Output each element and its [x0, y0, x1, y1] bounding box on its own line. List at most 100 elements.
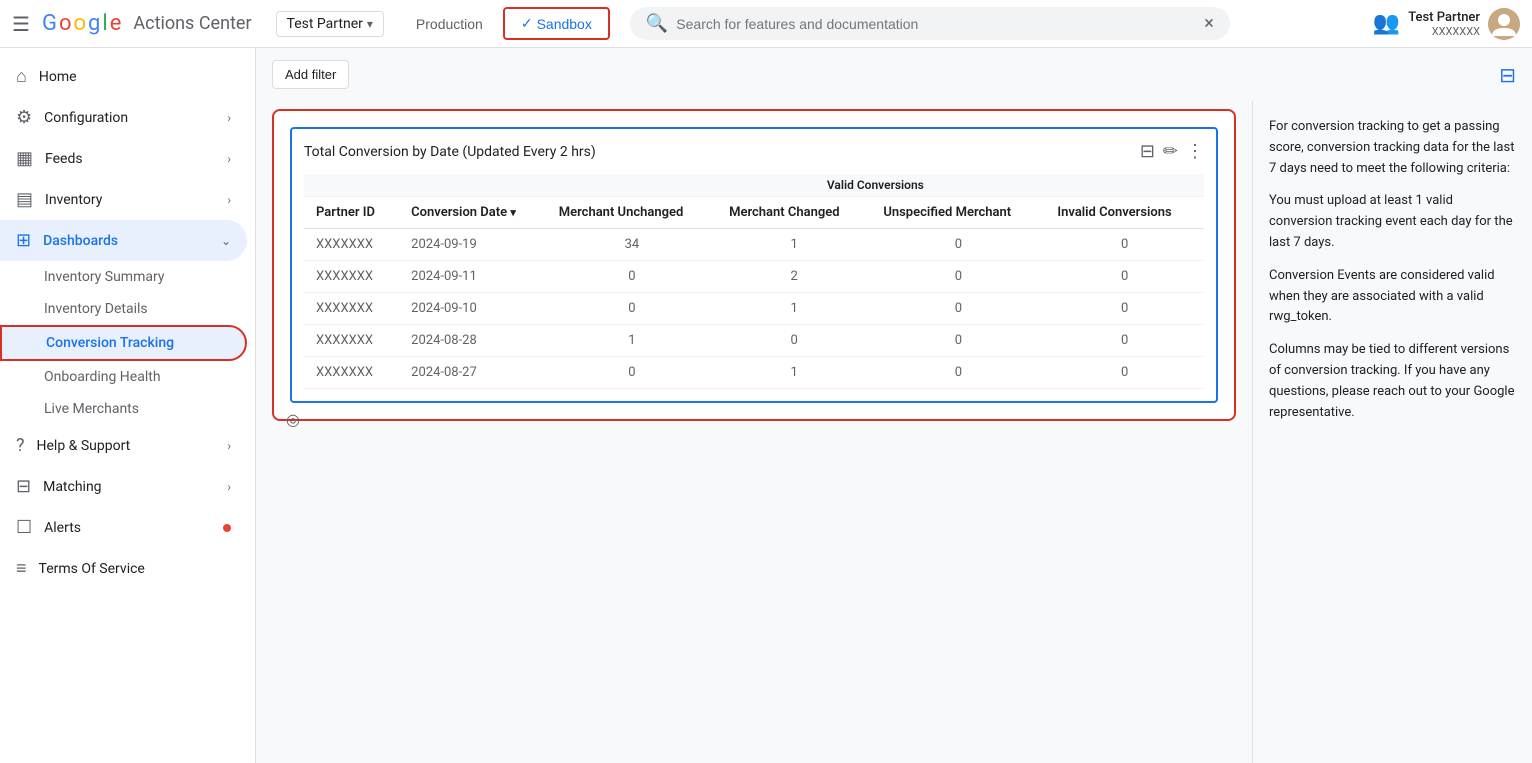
table-header-row: Partner ID Conversion Date ▾ Merchant Un… — [304, 197, 1204, 229]
cell-invalid: 0 — [1045, 293, 1204, 325]
google-letter-l: l — [102, 11, 107, 36]
feeds-icon: ▦ — [16, 148, 33, 169]
chevron-down-icon: ⌄ — [221, 234, 231, 248]
google-letter-o1: o — [59, 11, 72, 36]
cell-unspecified: 0 — [871, 261, 1045, 293]
chart-title: Total Conversion by Date (Updated Every … — [304, 144, 596, 160]
chevron-right-icon: › — [227, 193, 231, 207]
table-row: XXXXXXX 2024-09-11 0 2 0 0 — [304, 261, 1204, 293]
cell-invalid: 0 — [1045, 261, 1204, 293]
production-button[interactable]: Production — [400, 10, 499, 38]
content-split: Total Conversion by Date (Updated Every … — [256, 101, 1532, 763]
sidebar: ⌂ Home ⚙ Configuration › ▦ Feeds › ▤ Inv… — [0, 48, 256, 763]
cell-unchanged: 0 — [547, 261, 717, 293]
sidebar-item-inventory-summary[interactable]: Inventory Summary — [0, 261, 247, 293]
sidebar-item-help-support[interactable]: ? Help & Support › — [0, 425, 247, 466]
search-clear-icon[interactable]: × — [1204, 13, 1214, 34]
sidebar-item-label: Terms Of Service — [39, 561, 145, 577]
home-icon: ⌂ — [16, 66, 27, 87]
sidebar-item-configuration[interactable]: ⚙ Configuration › — [0, 97, 247, 138]
col-merchant-unchanged: Merchant Unchanged — [547, 197, 717, 229]
user-name: Test Partner — [1408, 10, 1480, 25]
cell-partner-id: XXXXXXX — [304, 261, 399, 293]
sidebar-item-matching[interactable]: ⊟ Matching › — [0, 466, 247, 507]
sidebar-item-home[interactable]: ⌂ Home — [0, 56, 247, 97]
terms-icon: ≡ — [16, 558, 27, 579]
help-icon: ? — [16, 435, 25, 456]
sidebar-item-alerts[interactable]: ☐ Alerts — [0, 507, 247, 548]
sidebar-item-terms-of-service[interactable]: ≡ Terms Of Service — [0, 548, 247, 589]
dashboards-icon: ⊞ — [16, 230, 31, 251]
sidebar-item-dashboards[interactable]: ⊞ Dashboards ⌄ — [0, 220, 247, 261]
search-icon: 🔍 — [646, 13, 668, 34]
edit-icon[interactable]: ✏ — [1163, 141, 1178, 162]
cell-date: 2024-08-28 — [399, 325, 547, 357]
table-row: XXXXXXX 2024-08-27 0 1 0 0 — [304, 357, 1204, 389]
google-letter-g2: g — [88, 11, 100, 36]
right-panel-paragraph: For conversion tracking to get a passing… — [1269, 117, 1516, 179]
main-content: Add filter ⊟ Total Conversion by Date (U… — [256, 48, 1532, 763]
sidebar-item-label: Alerts — [44, 520, 81, 536]
cell-changed: 1 — [717, 357, 871, 389]
cell-invalid: 0 — [1045, 357, 1204, 389]
table-body: XXXXXXX 2024-09-19 34 1 0 0 XXXXXXX 2024… — [304, 229, 1204, 389]
sidebar-item-conversion-tracking[interactable]: Conversion Tracking — [0, 325, 247, 361]
sidebar-item-onboarding-health[interactable]: Onboarding Health — [0, 361, 247, 393]
sidebar-item-label: Feeds — [45, 151, 83, 167]
manage-users-icon[interactable]: 👥 — [1373, 11, 1400, 36]
filter-list-icon[interactable]: ⊟ — [1499, 63, 1516, 87]
cell-partner-id: XXXXXXX — [304, 357, 399, 389]
cell-unchanged: 34 — [547, 229, 717, 261]
cell-partner-id: XXXXXXX — [304, 229, 399, 261]
col-unspecified-merchant: Unspecified Merchant — [871, 197, 1045, 229]
right-panel-paragraph: Conversion Events are considered valid w… — [1269, 266, 1516, 328]
inventory-icon: ▤ — [16, 189, 33, 210]
search-input[interactable] — [676, 16, 1196, 32]
top-navigation: ☰ Google Actions Center Test Partner ▾ P… — [0, 0, 1532, 48]
sidebar-item-feeds[interactable]: ▦ Feeds › — [0, 138, 247, 179]
filter-icon[interactable]: ⊟ — [1140, 141, 1155, 162]
menu-icon[interactable]: ☰ — [12, 12, 30, 36]
cell-changed: 1 — [717, 229, 871, 261]
cell-date: 2024-09-11 — [399, 261, 547, 293]
google-letter-e: e — [110, 11, 122, 36]
main-panel: Total Conversion by Date (Updated Every … — [256, 101, 1252, 763]
app-title: Actions Center — [133, 13, 251, 34]
right-panel-paragraph: Columns may be tied to different version… — [1269, 340, 1516, 423]
cell-unspecified: 0 — [871, 357, 1045, 389]
cell-partner-id: XXXXXXX — [304, 293, 399, 325]
sidebar-subitem-label: Live Merchants — [44, 401, 139, 417]
col-conversion-date[interactable]: Conversion Date ▾ — [399, 197, 547, 229]
table-row: XXXXXXX 2024-09-10 0 1 0 0 — [304, 293, 1204, 325]
col-partner-id: Partner ID — [304, 197, 399, 229]
cell-unspecified: 0 — [871, 325, 1045, 357]
more-icon[interactable]: ⋮ — [1186, 141, 1204, 162]
sidebar-subitem-label: Inventory Summary — [44, 269, 164, 285]
search-bar: 🔍 × — [630, 7, 1230, 40]
sidebar-item-inventory-details[interactable]: Inventory Details — [0, 293, 247, 325]
cell-unchanged: 0 — [547, 357, 717, 389]
sandbox-button[interactable]: ✓ Sandbox — [503, 7, 610, 40]
sort-icon: ▾ — [510, 206, 516, 219]
partner-selector[interactable]: Test Partner ▾ — [276, 11, 384, 37]
sidebar-subitem-label: Onboarding Health — [44, 369, 161, 385]
gear-icon: ⚙ — [16, 107, 32, 128]
cell-date: 2024-08-27 — [399, 357, 547, 389]
add-filter-button[interactable]: Add filter — [272, 60, 349, 89]
cell-changed: 1 — [717, 293, 871, 325]
chart-actions: ⊟ ✏ ⋮ — [1140, 141, 1204, 162]
chevron-right-icon: › — [227, 439, 231, 453]
matching-icon: ⊟ — [16, 476, 31, 497]
add-filter-label: Add filter — [285, 67, 336, 82]
environment-buttons: Production ✓ Sandbox — [400, 7, 610, 40]
right-panel: For conversion tracking to get a passing… — [1252, 101, 1532, 763]
avatar[interactable] — [1488, 8, 1520, 40]
sidebar-item-label: Home — [39, 69, 77, 85]
sidebar-item-inventory[interactable]: ▤ Inventory › — [0, 179, 247, 220]
user-info[interactable]: Test Partner XXXXXXX — [1408, 8, 1520, 40]
cell-invalid: 0 — [1045, 229, 1204, 261]
alerts-icon: ☐ — [16, 517, 32, 538]
user-id: XXXXXXX — [1408, 25, 1480, 38]
sidebar-item-live-merchants[interactable]: Live Merchants — [0, 393, 247, 425]
sidebar-item-label: Inventory — [45, 192, 102, 208]
